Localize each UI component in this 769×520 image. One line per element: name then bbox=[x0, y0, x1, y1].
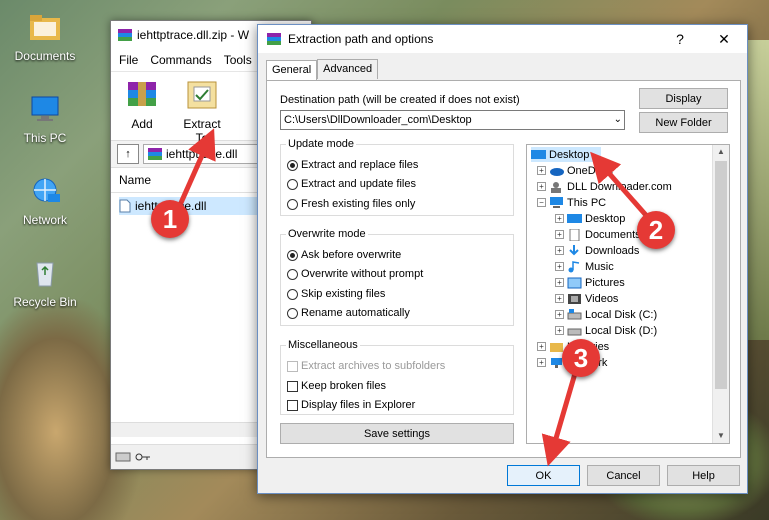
annotation-arrows bbox=[177, 128, 654, 467]
arrow-to-desktop bbox=[590, 151, 654, 224]
arrow-to-extract-to bbox=[177, 128, 216, 207]
callout-2: 2 bbox=[637, 211, 675, 249]
arrow-to-ok bbox=[541, 369, 579, 467]
callout-3: 3 bbox=[562, 339, 600, 377]
callout-1: 1 bbox=[151, 200, 189, 238]
